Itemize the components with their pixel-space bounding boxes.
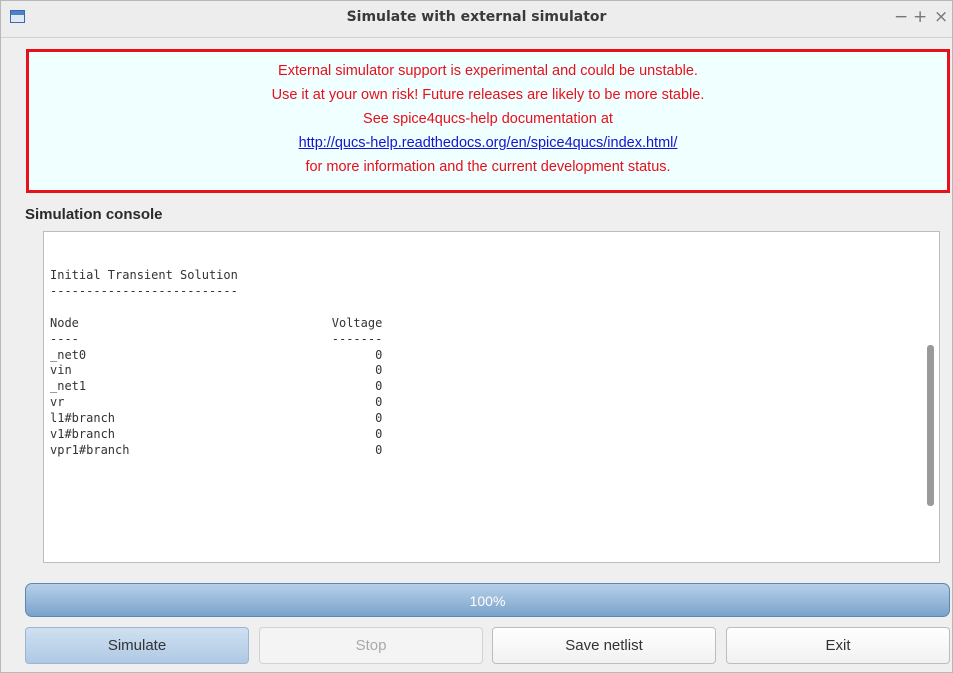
experimental-warning: External simulator support is experiment…: [26, 49, 950, 193]
console-output: Initial Transient Solution -------------…: [50, 268, 383, 457]
exit-button[interactable]: Exit: [726, 627, 950, 664]
title-bar[interactable]: Simulate with external simulator − + ×: [1, 1, 952, 38]
minimize-button[interactable]: −: [894, 7, 908, 27]
progress-label: 100%: [469, 593, 506, 609]
warning-line-1: External simulator support is experiment…: [278, 63, 698, 79]
simulate-dialog: Simulate with external simulator − + × E…: [0, 0, 953, 673]
stop-button[interactable]: Stop: [259, 627, 483, 664]
maximize-button[interactable]: +: [913, 7, 927, 27]
console-scrollbar-thumb[interactable]: [927, 345, 934, 506]
warning-line-5: for more information and the current dev…: [305, 159, 671, 175]
simulate-button[interactable]: Simulate: [25, 627, 249, 664]
simulation-console[interactable]: Initial Transient Solution -------------…: [43, 231, 940, 563]
save-netlist-button[interactable]: Save netlist: [492, 627, 716, 664]
warning-line-2: Use it at your own risk! Future releases…: [271, 87, 705, 103]
documentation-link[interactable]: http://qucs-help.readthedocs.org/en/spic…: [299, 135, 678, 151]
window-title: Simulate with external simulator: [346, 9, 607, 25]
warning-line-3: See spice4qucs-help documentation at: [363, 111, 613, 127]
console-label: Simulation console: [25, 206, 163, 223]
close-button[interactable]: ×: [934, 7, 948, 27]
simulation-progress-bar: 100%: [25, 583, 950, 617]
